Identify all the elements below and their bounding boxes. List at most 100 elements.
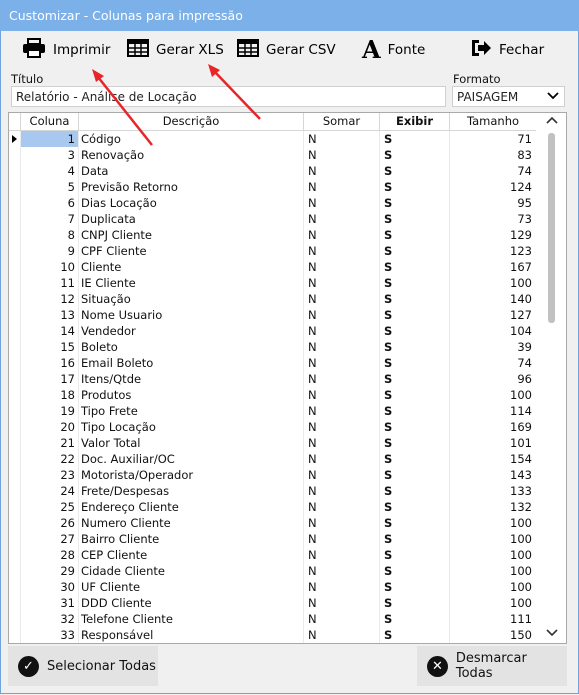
cell-somar[interactable]: N (304, 515, 380, 531)
cell-somar[interactable]: N (304, 179, 380, 195)
cell-somar[interactable]: N (304, 467, 380, 483)
cell-coluna[interactable]: 31 (21, 595, 79, 611)
cell-tamanho[interactable]: 74 (450, 163, 536, 179)
cell-tamanho[interactable]: 71 (450, 131, 536, 147)
header-somar[interactable]: Somar (304, 113, 380, 130)
table-row[interactable]: 1 Código N S 71 (9, 131, 536, 147)
cell-exibir[interactable]: S (380, 355, 450, 371)
cell-tamanho[interactable]: 104 (450, 323, 536, 339)
cell-somar[interactable]: N (304, 435, 380, 451)
cell-tamanho[interactable]: 100 (450, 531, 536, 547)
cell-coluna[interactable]: 17 (21, 371, 79, 387)
table-row[interactable]: 33 Responsável N S 150 (9, 627, 536, 643)
table-row[interactable]: 18 Produtos N S 100 (9, 387, 536, 403)
cell-descricao[interactable]: Situação (79, 291, 304, 307)
deselect-all-button[interactable]: ✕ Desmarcar Todas (417, 646, 567, 686)
table-row[interactable]: 30 UF Cliente N S 100 (9, 579, 536, 595)
cell-tamanho[interactable]: 124 (450, 179, 536, 195)
cell-exibir[interactable]: S (380, 435, 450, 451)
cell-tamanho[interactable]: 100 (450, 547, 536, 563)
cell-coluna[interactable]: 33 (21, 627, 79, 643)
cell-coluna[interactable]: 26 (21, 515, 79, 531)
table-row[interactable]: 21 Valor Total N S 101 (9, 435, 536, 451)
cell-descricao[interactable]: Bairro Cliente (79, 531, 304, 547)
cell-somar[interactable]: N (304, 371, 380, 387)
cell-exibir[interactable]: S (380, 211, 450, 227)
cell-coluna[interactable]: 15 (21, 339, 79, 355)
cell-tamanho[interactable]: 150 (450, 627, 536, 643)
table-row[interactable]: 28 CEP Cliente N S 100 (9, 547, 536, 563)
vertical-scrollbar[interactable] (536, 113, 566, 643)
cell-tamanho[interactable]: 140 (450, 291, 536, 307)
table-row[interactable]: 24 Frete/Despesas N S 133 (9, 483, 536, 499)
table-row[interactable]: 15 Boleto N S 39 (9, 339, 536, 355)
cell-somar[interactable]: N (304, 387, 380, 403)
cell-exibir[interactable]: S (380, 627, 450, 643)
cell-somar[interactable]: N (304, 323, 380, 339)
cell-somar[interactable]: N (304, 259, 380, 275)
header-descricao[interactable]: Descrição (79, 113, 304, 130)
cell-coluna[interactable]: 12 (21, 291, 79, 307)
cell-tamanho[interactable]: 154 (450, 451, 536, 467)
cell-coluna[interactable]: 21 (21, 435, 79, 451)
format-select[interactable]: PAISAGEM (452, 86, 565, 107)
cell-exibir[interactable]: S (380, 595, 450, 611)
cell-descricao[interactable]: Renovação (79, 147, 304, 163)
cell-tamanho[interactable]: 114 (450, 403, 536, 419)
cell-somar[interactable]: N (304, 211, 380, 227)
cell-somar[interactable]: N (304, 451, 380, 467)
title-input[interactable]: Relatório - Análise de Locação (11, 86, 446, 107)
cell-exibir[interactable]: S (380, 563, 450, 579)
cell-descricao[interactable]: Nome Usuario (79, 307, 304, 323)
cell-somar[interactable]: N (304, 307, 380, 323)
table-row[interactable]: 23 Motorista/Operador N S 143 (9, 467, 536, 483)
cell-exibir[interactable]: S (380, 275, 450, 291)
cell-exibir[interactable]: S (380, 179, 450, 195)
header-coluna[interactable]: Coluna (21, 113, 79, 130)
cell-tamanho[interactable]: 100 (450, 595, 536, 611)
cell-somar[interactable]: N (304, 131, 380, 147)
cell-somar[interactable]: N (304, 499, 380, 515)
cell-descricao[interactable]: Código (79, 131, 304, 147)
cell-tamanho[interactable]: 100 (450, 579, 536, 595)
cell-tamanho[interactable]: 127 (450, 307, 536, 323)
cell-exibir[interactable]: S (380, 547, 450, 563)
cell-descricao[interactable]: Numero Cliente (79, 515, 304, 531)
cell-tamanho[interactable]: 123 (450, 243, 536, 259)
table-row[interactable]: 14 Vendedor N S 104 (9, 323, 536, 339)
cell-descricao[interactable]: Previsão Retorno (79, 179, 304, 195)
select-all-button[interactable]: ✓ Selecionar Todas (8, 646, 158, 686)
cell-coluna[interactable]: 1 (21, 131, 79, 147)
cell-somar[interactable]: N (304, 147, 380, 163)
cell-somar[interactable]: N (304, 531, 380, 547)
cell-descricao[interactable]: Motorista/Operador (79, 467, 304, 483)
cell-descricao[interactable]: CPF Cliente (79, 243, 304, 259)
cell-exibir[interactable]: S (380, 467, 450, 483)
cell-coluna[interactable]: 29 (21, 563, 79, 579)
cell-somar[interactable]: N (304, 291, 380, 307)
cell-tamanho[interactable]: 73 (450, 211, 536, 227)
cell-coluna[interactable]: 23 (21, 467, 79, 483)
cell-tamanho[interactable]: 39 (450, 339, 536, 355)
cell-somar[interactable]: N (304, 355, 380, 371)
cell-descricao[interactable]: Valor Total (79, 435, 304, 451)
table-row[interactable]: 11 IE Cliente N S 100 (9, 275, 536, 291)
cell-coluna[interactable]: 4 (21, 163, 79, 179)
cell-exibir[interactable]: S (380, 387, 450, 403)
cell-descricao[interactable]: Responsável (79, 627, 304, 643)
scroll-down-icon[interactable] (546, 629, 558, 640)
cell-descricao[interactable]: Doc. Auxiliar/OC (79, 451, 304, 467)
cell-coluna[interactable]: 13 (21, 307, 79, 323)
table-row[interactable]: 26 Numero Cliente N S 100 (9, 515, 536, 531)
cell-coluna[interactable]: 28 (21, 547, 79, 563)
cell-somar[interactable]: N (304, 483, 380, 499)
cell-exibir[interactable]: S (380, 307, 450, 323)
table-row[interactable]: 31 DDD Cliente N S 100 (9, 595, 536, 611)
table-row[interactable]: 16 Email Boleto N S 74 (9, 355, 536, 371)
cell-exibir[interactable]: S (380, 195, 450, 211)
cell-coluna[interactable]: 10 (21, 259, 79, 275)
table-row[interactable]: 4 Data N S 74 (9, 163, 536, 179)
cell-coluna[interactable]: 11 (21, 275, 79, 291)
table-row[interactable]: 32 Telefone Cliente N S 111 (9, 611, 536, 627)
cell-exibir[interactable]: S (380, 579, 450, 595)
